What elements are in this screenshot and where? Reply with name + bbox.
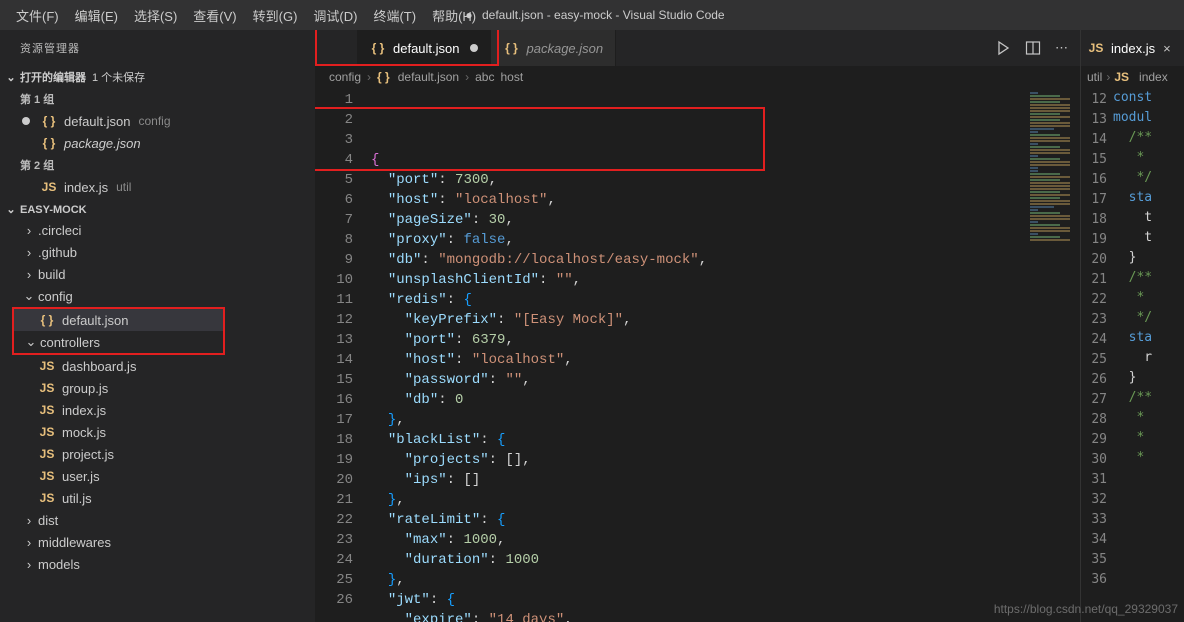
file-project-js[interactable]: JSproject.js: [0, 443, 315, 465]
modified-dot-icon: [22, 117, 30, 125]
file-group-js[interactable]: JSgroup.js: [0, 377, 315, 399]
folder-dist[interactable]: ›dist: [0, 509, 315, 531]
tab-package-json[interactable]: { } package.json: [491, 30, 617, 66]
folder-config[interactable]: ⌄config: [0, 285, 315, 307]
tab-index-js[interactable]: JS index.js ×: [1087, 41, 1171, 56]
more-icon[interactable]: ⋯: [1055, 40, 1068, 56]
json-icon: { }: [40, 114, 58, 128]
code-content[interactable]: constmodul /** * */ sta t t } /** * */ s…: [1113, 88, 1184, 622]
line-gutter: 1234567891011121314151617181920212223242…: [315, 88, 371, 622]
json-icon: { }: [377, 70, 390, 84]
code-editor[interactable]: 1234567891011121314151617181920212223242…: [315, 88, 1080, 622]
editor-actions: ⋯: [983, 30, 1080, 66]
project-section[interactable]: ⌄ EASY-MOCK: [0, 200, 315, 219]
json-icon: { }: [369, 41, 387, 55]
js-icon: JS: [38, 359, 56, 373]
json-icon: { }: [38, 313, 56, 327]
chevron-down-icon: ⌄: [4, 203, 18, 216]
chevron-right-icon: ›: [22, 267, 36, 282]
explorer-title: 资源管理器: [0, 30, 315, 66]
folder-controllers[interactable]: ⌄ controllers: [14, 331, 223, 353]
file-user-js[interactable]: JSuser.js: [0, 465, 315, 487]
folder-circleci[interactable]: ›.circleci: [0, 219, 315, 241]
window-title: ● default.json - easy-mock - Visual Stud…: [459, 8, 724, 22]
json-icon: { }: [40, 136, 58, 150]
js-icon: JS: [1087, 41, 1105, 55]
minimap[interactable]: [1024, 88, 1080, 622]
open-editors-section[interactable]: ⌄ 打开的编辑器 1 个未保存: [0, 66, 315, 88]
editor-group-side: JS index.js × util› JS index 12131415161…: [1080, 30, 1184, 622]
menu-item[interactable]: 编辑(E): [67, 2, 126, 29]
folder-build[interactable]: ›build: [0, 263, 315, 285]
tab-bar-side: JS index.js ×: [1081, 30, 1184, 66]
js-icon: JS: [38, 425, 56, 439]
chevron-down-icon: ⌄: [22, 288, 36, 304]
modified-dot-icon: [470, 44, 478, 52]
file-dashboard-js[interactable]: JSdashboard.js: [0, 355, 315, 377]
menubar: 文件(F)编辑(E)选择(S)查看(V)转到(G)调试(D)终端(T)帮助(H)…: [0, 0, 1184, 30]
js-icon: JS: [38, 447, 56, 461]
split-editor-icon[interactable]: [1025, 40, 1041, 56]
open-editor-item[interactable]: { }package.json: [0, 132, 315, 154]
chevron-right-icon: ›: [22, 245, 36, 260]
folder-models[interactable]: ›models: [0, 553, 315, 575]
folder-github[interactable]: ›.github: [0, 241, 315, 263]
chevron-down-icon: ⌄: [24, 334, 38, 350]
menu-item[interactable]: 查看(V): [185, 2, 244, 29]
js-icon: JS: [38, 403, 56, 417]
chevron-down-icon: ⌄: [4, 71, 18, 84]
watermark-text: https://blog.csdn.net/qq_29329037: [994, 602, 1178, 616]
editor-group-1: 第 1 组: [0, 88, 315, 110]
js-icon: JS: [38, 381, 56, 395]
js-icon: JS: [38, 491, 56, 505]
file-mock-js[interactable]: JSmock.js: [0, 421, 315, 443]
chevron-right-icon: ›: [22, 535, 36, 550]
run-icon[interactable]: [995, 40, 1011, 56]
highlight-box: { } default.json ⌄ controllers: [12, 307, 225, 355]
breadcrumb-side[interactable]: util› JS index: [1081, 66, 1184, 88]
js-icon: JS: [1114, 70, 1129, 84]
menu-item[interactable]: 选择(S): [126, 2, 185, 29]
file-default-json[interactable]: { } default.json: [14, 309, 223, 331]
file-util-js[interactable]: JSutil.js: [0, 487, 315, 509]
folder-middlewares[interactable]: ›middlewares: [0, 531, 315, 553]
js-icon: JS: [40, 180, 58, 194]
tab-bar: { } default.json { } package.json ⋯: [315, 30, 1080, 66]
open-editor-item[interactable]: { }default.jsonconfig: [0, 110, 315, 132]
editor-group-2: 第 2 组: [0, 154, 315, 176]
menu-item[interactable]: 终端(T): [365, 2, 424, 29]
close-icon[interactable]: ×: [1163, 41, 1171, 56]
js-icon: JS: [38, 469, 56, 483]
line-gutter: 1213141516171819202122232425262728293031…: [1081, 88, 1113, 622]
code-editor-side[interactable]: 1213141516171819202122232425262728293031…: [1081, 88, 1184, 622]
chevron-right-icon: ›: [22, 223, 36, 238]
json-icon: { }: [503, 41, 521, 55]
menu-item[interactable]: 文件(F): [8, 2, 67, 29]
chevron-right-icon: ›: [22, 513, 36, 528]
modified-indicator: ●: [465, 8, 472, 22]
breadcrumb[interactable]: config› { } default.json› abc host: [315, 66, 1080, 88]
open-editor-item[interactable]: JSindex.jsutil: [0, 176, 315, 198]
file-index-js[interactable]: JSindex.js: [0, 399, 315, 421]
tab-default-json[interactable]: { } default.json: [357, 30, 491, 66]
code-content[interactable]: { "port": 7300, "host": "localhost", "pa…: [371, 88, 1024, 622]
editor-group-main: { } default.json { } package.json ⋯ conf…: [315, 30, 1080, 622]
explorer-sidebar: 资源管理器 ⌄ 打开的编辑器 1 个未保存 第 1 组 { }default.j…: [0, 30, 315, 622]
menu-item[interactable]: 调试(D): [305, 2, 365, 29]
chevron-right-icon: ›: [22, 557, 36, 572]
menu-item[interactable]: 转到(G): [245, 2, 306, 29]
